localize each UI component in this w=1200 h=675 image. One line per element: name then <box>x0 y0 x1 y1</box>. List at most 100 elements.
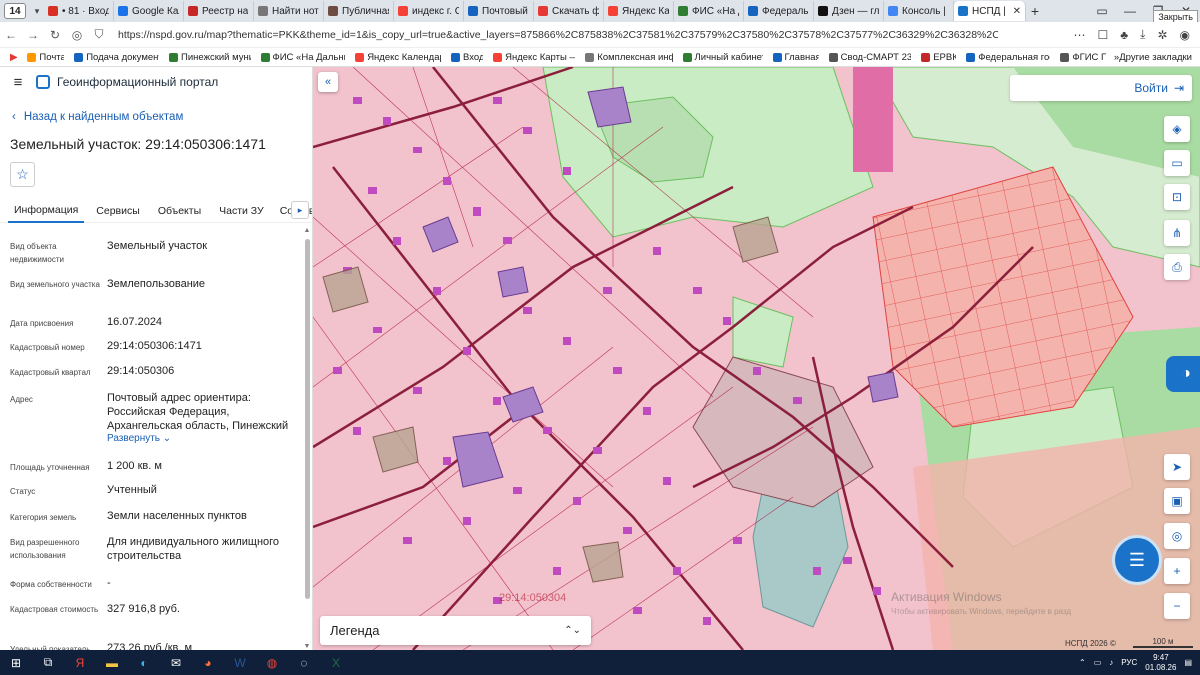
bookmark-icon[interactable]: ☐ <box>1098 28 1109 42</box>
minimize-icon[interactable]: — <box>1116 4 1144 18</box>
site-info-icon[interactable]: ◎ <box>66 28 88 42</box>
tab-info[interactable]: Информация <box>8 199 85 223</box>
file-explorer-icon[interactable]: ▬ <box>96 650 128 675</box>
notifications-icon[interactable]: ▤ <box>1184 658 1192 667</box>
clock[interactable]: 9:47 01.08.26 <box>1145 653 1176 673</box>
browser-tab[interactable]: индекс г. С <box>394 1 464 21</box>
bookmark-item[interactable]: ФИС «На Дальни <box>260 52 345 63</box>
legend-panel[interactable]: Легенда ⌃⌄ <box>320 616 591 645</box>
more-icon[interactable]: ⋯ <box>1074 28 1086 42</box>
select-button[interactable]: ⊡ <box>1164 184 1190 210</box>
bookmark-item[interactable]: Вход <box>451 52 483 63</box>
tab-list-dropdown-icon[interactable]: ▾ <box>30 6 44 17</box>
browser-tab[interactable]: Публичная <box>324 1 394 21</box>
map-canvas[interactable] <box>313 67 1200 650</box>
browser-tab[interactable]: Яндекс Ка <box>604 1 674 21</box>
close-tab-icon[interactable]: ✕ <box>1013 6 1021 17</box>
reload-icon[interactable]: ↻ <box>44 28 66 42</box>
tabs-next-button[interactable]: ▸ <box>291 201 309 219</box>
bookmark-manager-icon[interactable]: ▭ <box>1088 4 1116 18</box>
zoom-out-button[interactable]: − <box>1164 593 1190 619</box>
bookmark-item[interactable]: Личный кабинет <box>682 52 763 63</box>
browser-tab[interactable]: Дзен — гл <box>814 1 884 21</box>
browser-tab[interactable]: Почтовый <box>464 1 534 21</box>
info-label: Форма собственности <box>10 580 92 589</box>
bookmark-item[interactable]: Подача документ <box>74 52 159 63</box>
extensions-puzzle-icon[interactable]: ✲ <box>1157 28 1167 42</box>
browser-tab[interactable]: Консоль | <box>884 1 954 21</box>
browser-tab[interactable]: Скачать ф <box>534 1 604 21</box>
browser-tab[interactable]: • 81 · Входя <box>44 1 114 21</box>
edge-icon[interactable]: ◐ <box>128 650 160 675</box>
yandex-icon[interactable]: Я <box>64 650 96 675</box>
tab-counter[interactable]: 14 <box>4 3 26 19</box>
browser-tab[interactable]: Реестр на <box>184 1 254 21</box>
language-indicator[interactable]: РУС <box>1121 658 1137 667</box>
browser-icon[interactable]: ◌ <box>288 650 320 675</box>
tab-parts[interactable]: Части ЗУ <box>213 199 270 223</box>
cadastral-map[interactable]: « Войти ⇥ ◈ ▭ ⊡ ⋔ ⎙ ◑ ➤ ▣ ◎ ☰ + − 29:14:… <box>313 67 1200 650</box>
zoom-in-button[interactable]: + <box>1164 558 1190 584</box>
task-view-icon[interactable]: ⧉ <box>32 650 64 675</box>
locate-button[interactable]: ➤ <box>1164 454 1190 480</box>
tray-arrow-icon[interactable]: ⌃ <box>1079 658 1086 667</box>
share-button[interactable]: ⋔ <box>1164 220 1190 246</box>
expand-collapse-icon[interactable]: ⌃⌄ <box>564 625 581 636</box>
bookmark-item[interactable]: Федеральная гос <box>966 52 1050 63</box>
menu-icon[interactable]: ≡ <box>0 74 36 91</box>
scroll-down-icon[interactable]: ▼ <box>303 643 311 650</box>
back-icon[interactable]: ← <box>0 28 22 42</box>
login-bar[interactable]: Войти ⇥ <box>1010 75 1192 101</box>
assistant-side-button[interactable]: ◑ <box>1166 356 1200 392</box>
network-icon[interactable]: ▭ <box>1094 658 1102 667</box>
bookmark-item[interactable]: ЕРВК <box>921 52 956 63</box>
browser-tab[interactable]: Google Кал <box>114 1 184 21</box>
mail-icon[interactable]: ✉ <box>160 650 192 675</box>
tab-title: индекс г. С <box>412 5 459 17</box>
login-label[interactable]: Войти <box>1134 81 1168 95</box>
browser-tab[interactable]: Федеральн <box>744 1 814 21</box>
url-field[interactable]: https://nspd.gov.ru/map?thematic=PKK&the… <box>118 29 998 41</box>
bookmark-item[interactable]: Главная <box>772 52 819 63</box>
excel-icon[interactable]: X <box>320 650 352 675</box>
profile-icon[interactable]: ◉ <box>1180 28 1190 42</box>
browser-tab[interactable]: Найти нот <box>254 1 324 21</box>
back-to-results-link[interactable]: ‹ Назад к найденным объектам <box>12 111 183 123</box>
geolocation-button[interactable]: ◎ <box>1164 523 1190 549</box>
tab-objects[interactable]: Объекты <box>152 199 207 223</box>
print-button[interactable]: ⎙ <box>1164 254 1190 280</box>
bookmark-item[interactable]: Комплексная инф <box>585 52 673 63</box>
downloads-icon[interactable]: ⤓ <box>1140 27 1145 42</box>
yandex-browser-icon[interactable]: ◍ <box>256 650 288 675</box>
tab-active[interactable]: НСПД | ✕ <box>954 1 1026 21</box>
bookmark-item[interactable]: Пинежский муни <box>169 52 251 63</box>
scroll-up-icon[interactable]: ▲ <box>303 227 311 234</box>
forward-icon[interactable]: → <box>22 28 44 42</box>
collapse-panel-button[interactable]: « <box>318 72 338 92</box>
other-bookmarks[interactable]: Другие закладки <box>1119 52 1192 63</box>
word-icon[interactable]: W <box>224 650 256 675</box>
basemap-button[interactable]: ▣ <box>1164 488 1190 514</box>
volume-icon[interactable]: ♪ <box>1109 658 1113 667</box>
bookmark-item[interactable]: ФГИС П <box>1060 52 1106 63</box>
layers-button[interactable]: ◈ <box>1164 116 1190 142</box>
scroll-thumb[interactable] <box>305 239 310 599</box>
bookmark-item[interactable]: Почта <box>27 52 64 63</box>
bookmark-item[interactable]: Свод-СМАРТ 23. <box>828 52 911 63</box>
extension-icon[interactable]: ♣ <box>1120 28 1128 42</box>
youtube-icon[interactable]: ▶ <box>10 52 17 63</box>
ruler-button[interactable]: ▭ <box>1164 150 1190 176</box>
chat-button[interactable]: ☰ <box>1112 535 1162 585</box>
favorite-button[interactable]: ☆ <box>10 162 35 187</box>
bookmark-item[interactable]: Яндекс Календар <box>355 52 441 63</box>
expand-address-link[interactable]: Развернуть ⌄ <box>107 433 300 444</box>
firefox-icon[interactable]: ◕ <box>192 650 224 675</box>
assistant-icon: ◑ <box>1181 365 1191 382</box>
new-tab-button[interactable]: + <box>1026 3 1044 19</box>
bookmark-item[interactable]: Яндекс Карты — <box>493 52 575 63</box>
browser-tab[interactable]: ФИС «На д <box>674 1 744 21</box>
tab-services[interactable]: Сервисы <box>90 199 146 223</box>
windows-start-icon[interactable]: ⊞ <box>0 650 32 675</box>
sidebar-scrollbar[interactable]: ▲ ▼ <box>303 227 311 650</box>
security-icon[interactable]: ⛉ <box>88 27 110 42</box>
